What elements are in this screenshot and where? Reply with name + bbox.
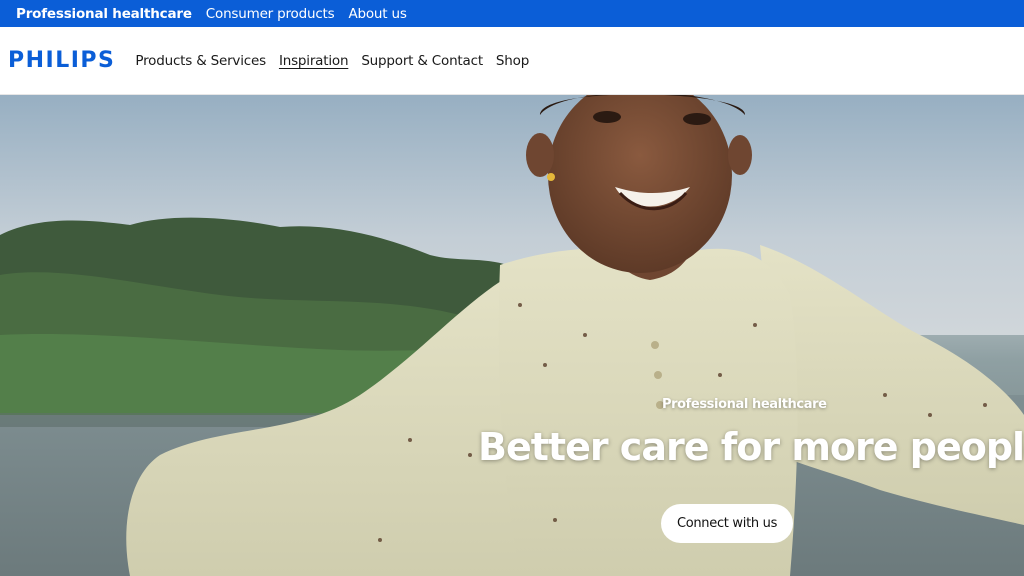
hero-title: Better care for more people xyxy=(478,425,1024,469)
hero-image xyxy=(0,95,1024,576)
nav-link-products-services[interactable]: Products & Services xyxy=(135,53,266,69)
hero-eyebrow: Professional healthcare xyxy=(662,397,827,412)
philips-logo[interactable]: PHILIPS xyxy=(8,48,115,73)
nav-links: Products & Services Inspiration Support … xyxy=(135,53,529,69)
utility-bar: Professional healthcare Consumer product… xyxy=(0,0,1024,27)
nav-link-shop[interactable]: Shop xyxy=(496,53,529,69)
nav-link-inspiration[interactable]: Inspiration xyxy=(279,53,349,69)
utility-link-about-us[interactable]: About us xyxy=(348,6,406,22)
connect-with-us-button[interactable]: Connect with us xyxy=(661,504,793,543)
nav-link-support-contact[interactable]: Support & Contact xyxy=(361,53,483,69)
utility-link-consumer-products[interactable]: Consumer products xyxy=(206,6,335,22)
hero-banner: Professional healthcare Better care for … xyxy=(0,95,1024,576)
utility-link-professional-healthcare[interactable]: Professional healthcare xyxy=(16,6,192,22)
main-nav: PHILIPS Products & Services Inspiration … xyxy=(0,27,1024,95)
